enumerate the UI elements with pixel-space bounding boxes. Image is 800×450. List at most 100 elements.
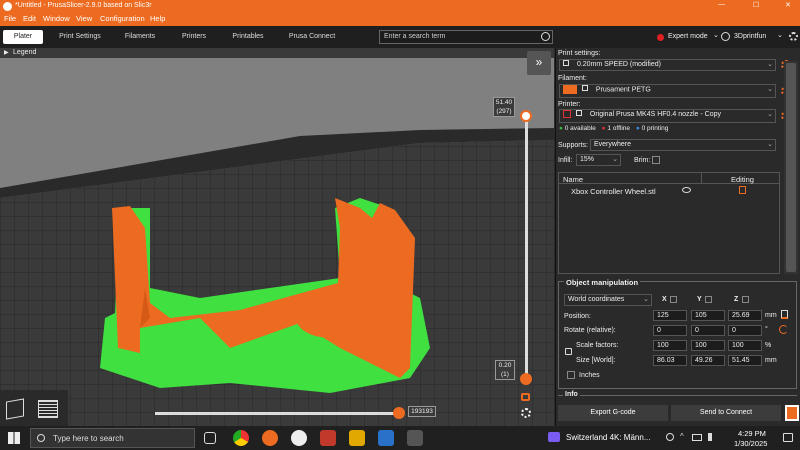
fusion-icon[interactable] (320, 430, 336, 446)
position-z-field[interactable]: 25.69 (728, 310, 762, 321)
prusaslicer-icon[interactable] (262, 430, 278, 446)
mode-chevron-icon[interactable]: ⌄ (713, 31, 719, 39)
task-view-icon[interactable] (204, 432, 216, 444)
snipping-tool-icon[interactable] (407, 430, 423, 446)
clock-date[interactable]: 1/30/2025 (734, 439, 767, 448)
coordinate-system-combo[interactable]: World coordinates ⌄ (564, 294, 652, 306)
3d-view-cube-icon[interactable] (6, 398, 24, 420)
visibility-eye-icon[interactable] (682, 187, 691, 193)
close-icon[interactable]: ✕ (785, 1, 791, 9)
supports-combo[interactable]: Everywhere ⌄ (590, 139, 776, 151)
bottom-layer-handle[interactable] (520, 373, 532, 385)
axis-z-checkbox[interactable] (742, 296, 749, 303)
vertical-slider-track[interactable] (525, 116, 528, 379)
scale-lock-icon[interactable] (565, 348, 572, 355)
tab-print-settings[interactable]: Print Settings (55, 30, 105, 44)
layers-view-icon[interactable] (38, 400, 58, 418)
search-input[interactable]: Enter a search term (379, 30, 553, 44)
taskbar-search-icon (37, 434, 45, 442)
menu-bar: File Edit Window View Configuration Help (0, 13, 800, 26)
app-logo-icon (3, 2, 12, 11)
notification-icon[interactable] (783, 433, 793, 442)
account-name[interactable]: 3Dprintfun (734, 33, 766, 40)
scale-z-field[interactable]: 100 (728, 340, 762, 351)
collapse-sidebar-button[interactable]: » (527, 51, 551, 75)
chrome-icon[interactable] (233, 430, 249, 446)
windows-start-icon[interactable] (8, 432, 20, 444)
edit-object-icon[interactable] (739, 186, 746, 194)
slider-settings-icon[interactable] (521, 408, 531, 418)
axis-y-label: Y (697, 296, 702, 303)
file-explorer-icon[interactable] (349, 430, 365, 446)
network-icon[interactable] (692, 434, 702, 441)
3d-viewport[interactable]: ▶ Legend » 51.40 (297) 0.20 (1) 193193 (0, 48, 554, 426)
volume-icon[interactable] (708, 433, 716, 441)
object-list-scrollbar[interactable] (784, 61, 798, 274)
tab-plater[interactable]: Plater (3, 30, 43, 44)
drop-to-bed-icon[interactable] (781, 310, 788, 319)
scale-x-field[interactable]: 100 (653, 340, 687, 351)
tab-printables[interactable]: Printables (227, 30, 269, 44)
column-editing[interactable]: Editing (731, 175, 754, 184)
scale-y-field[interactable]: 100 (691, 340, 725, 351)
rotate-y-field[interactable]: 0 (691, 325, 725, 336)
menu-help[interactable]: Help (150, 14, 165, 23)
lock-icon[interactable] (521, 393, 530, 401)
menu-window[interactable]: Window (43, 14, 70, 23)
position-y-field[interactable]: 105 (691, 310, 725, 321)
infill-combo[interactable]: 15% ⌄ (576, 154, 621, 166)
tray-chevron-icon[interactable]: ^ (680, 432, 684, 441)
top-layer-handle[interactable] (520, 110, 532, 122)
tab-prusa-connect[interactable]: Prusa Connect (283, 30, 341, 44)
search-icon[interactable] (541, 32, 550, 41)
c-app-icon[interactable] (378, 430, 394, 446)
axis-y-checkbox[interactable] (705, 296, 712, 303)
expert-mode-label[interactable]: Expert mode (668, 33, 708, 40)
menu-file[interactable]: File (4, 14, 16, 23)
table-row[interactable]: Xbox Controller Wheel.stl (559, 185, 779, 197)
inches-checkbox[interactable] (567, 371, 575, 379)
object-list: Name Editing Xbox Controller Wheel.stl (558, 172, 780, 274)
taskbar-search-input[interactable]: Type here to search (30, 428, 195, 448)
horizontal-slider-track[interactable] (155, 412, 399, 415)
app-icon[interactable] (291, 430, 307, 446)
legend-bar[interactable]: ▶ Legend (0, 48, 554, 58)
clock-time[interactable]: 4:29 PM (738, 429, 766, 438)
settings-gear-icon[interactable] (789, 32, 798, 41)
tab-printers[interactable]: Printers (175, 30, 213, 44)
size-y-field[interactable]: 49.26 (691, 355, 725, 366)
menu-edit[interactable]: Edit (23, 14, 36, 23)
scene-svg[interactable] (0, 48, 554, 426)
size-x-field[interactable]: 86.03 (653, 355, 687, 366)
menu-view[interactable]: View (76, 14, 92, 23)
people-icon[interactable] (666, 433, 674, 441)
position-x-field[interactable]: 125 (653, 310, 687, 321)
menu-configuration[interactable]: Configuration (100, 14, 145, 23)
reset-rotation-icon[interactable] (779, 325, 788, 334)
horizontal-slider-handle[interactable] (393, 407, 405, 419)
media-title[interactable]: Switzerland 4K: Männ... (566, 433, 650, 442)
legend-label[interactable]: Legend (13, 49, 36, 56)
media-play-icon[interactable] (548, 432, 560, 442)
axis-x-checkbox[interactable] (670, 296, 677, 303)
column-name[interactable]: Name (563, 175, 583, 184)
account-icon[interactable] (721, 32, 730, 41)
maximize-icon[interactable]: ☐ (753, 1, 759, 9)
export-sd-icon[interactable] (785, 405, 799, 421)
position-label: Position: (564, 313, 591, 320)
tab-filaments[interactable]: Filaments (120, 30, 160, 44)
print-settings-combo[interactable]: 0.20mm SPEED (modified) ⌄ (559, 59, 776, 71)
account-chevron-icon[interactable]: ⌄ (777, 31, 783, 39)
rotate-z-field[interactable]: 0 (728, 325, 762, 336)
size-z-field[interactable]: 51.45 (728, 355, 762, 366)
scrollbar-thumb[interactable] (786, 63, 796, 272)
legend-arrow-icon[interactable]: ▶ (4, 49, 9, 56)
object-name[interactable]: Xbox Controller Wheel.stl (571, 187, 656, 196)
minimize-icon[interactable]: — (718, 1, 725, 8)
brim-checkbox[interactable] (652, 156, 660, 164)
filament-combo[interactable]: Prusament PETG ⌄ (559, 84, 776, 98)
rotate-x-field[interactable]: 0 (653, 325, 687, 336)
export-gcode-button[interactable]: Export G-code (558, 405, 668, 421)
printer-combo[interactable]: Original Prusa MK4S HF0.4 nozzle - Copy … (559, 109, 776, 123)
send-to-connect-button[interactable]: Send to Connect (671, 405, 781, 421)
